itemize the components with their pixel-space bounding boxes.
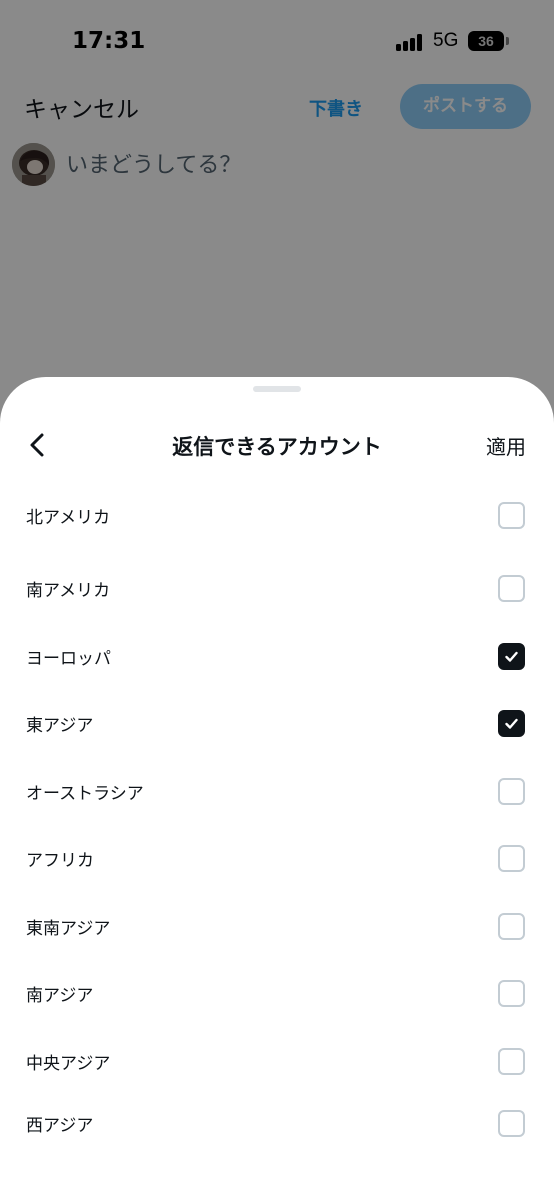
region-checkbox[interactable] bbox=[498, 845, 525, 872]
sheet-title: 返信できるアカウント bbox=[172, 435, 382, 459]
region-option-row[interactable]: 中央アジア bbox=[0, 1031, 554, 1091]
region-option-row[interactable]: 東南アジア bbox=[0, 896, 554, 956]
region-checkbox[interactable] bbox=[498, 575, 525, 602]
sheet-grabber-handle[interactable] bbox=[253, 386, 301, 392]
region-checkbox[interactable] bbox=[498, 913, 525, 940]
region-option-label: オーストラシア bbox=[26, 784, 144, 804]
region-option-row[interactable]: 南アメリカ bbox=[0, 558, 554, 618]
region-checkbox[interactable] bbox=[498, 980, 525, 1007]
region-checkbox[interactable] bbox=[498, 1048, 525, 1075]
region-option-label: 南アメリカ bbox=[26, 581, 111, 601]
region-option-label: 中央アジア bbox=[26, 1054, 111, 1074]
region-option-row[interactable]: ヨーロッパ bbox=[0, 626, 554, 686]
region-option-row[interactable]: オーストラシア bbox=[0, 761, 554, 821]
reply-settings-sheet: 返信できるアカウント 適用 北アメリカ南アメリカヨーロッパ東アジアオーストラシア… bbox=[0, 377, 554, 1200]
region-checkbox[interactable] bbox=[498, 1110, 525, 1137]
region-option-label: アフリカ bbox=[26, 851, 94, 871]
checkmark-icon bbox=[505, 651, 518, 662]
region-option-label: 西アジア bbox=[26, 1116, 94, 1136]
region-checkbox[interactable] bbox=[498, 643, 525, 670]
region-checkbox[interactable] bbox=[498, 778, 525, 805]
region-option-label: ヨーロッパ bbox=[26, 649, 111, 669]
region-option-label: 北アメリカ bbox=[26, 508, 111, 528]
region-option-row[interactable]: 西アジア bbox=[0, 1093, 554, 1153]
region-option-label: 東アジア bbox=[26, 716, 94, 736]
region-option-row[interactable]: 東アジア bbox=[0, 693, 554, 753]
region-option-row[interactable]: アフリカ bbox=[0, 828, 554, 888]
region-option-row[interactable]: 北アメリカ bbox=[0, 485, 554, 545]
region-checkbox[interactable] bbox=[498, 502, 525, 529]
region-option-label: 東南アジア bbox=[26, 919, 111, 939]
checkmark-icon bbox=[505, 718, 518, 729]
region-option-row[interactable]: 南アジア bbox=[0, 963, 554, 1023]
apply-button[interactable]: 適用 bbox=[486, 431, 526, 460]
region-option-label: 南アジア bbox=[26, 986, 94, 1006]
region-checkbox[interactable] bbox=[498, 710, 525, 737]
